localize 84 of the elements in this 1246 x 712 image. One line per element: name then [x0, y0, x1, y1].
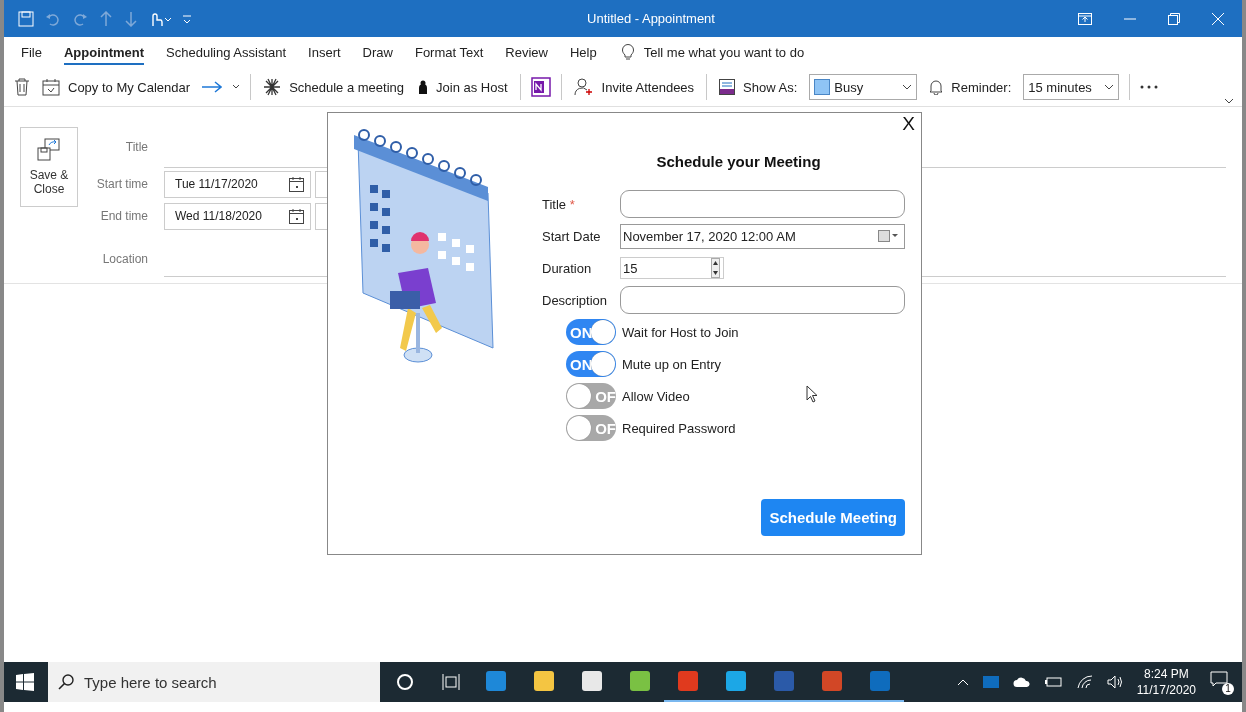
toggle-switch[interactable]: ON: [566, 351, 616, 377]
touch-icon[interactable]: [149, 10, 171, 27]
notebook-icon[interactable]: [530, 77, 551, 97]
busy-color-swatch: [814, 79, 831, 95]
wifi-icon[interactable]: [1076, 675, 1093, 689]
add-person-icon: [573, 78, 594, 96]
battery-icon[interactable]: [1044, 676, 1063, 688]
speaker-icon[interactable]: [1106, 675, 1123, 689]
dialog-heading: Schedule your Meeting: [655, 153, 822, 170]
ribbon-tab[interactable]: Appointment: [52, 39, 156, 66]
ribbon-tab[interactable]: Insert: [297, 39, 352, 66]
bell-icon: [929, 79, 944, 95]
message-icon: [1210, 671, 1228, 687]
schedule-meeting-button[interactable]: Schedule a meeting: [261, 78, 407, 96]
toggle-switch[interactable]: ON: [566, 319, 616, 345]
cortana-circle-icon[interactable]: [396, 673, 414, 691]
dropdown-caret-icon: [902, 84, 913, 90]
title-input-field[interactable]: [620, 190, 905, 218]
asterisk-logo-icon: [263, 78, 282, 96]
taskbar-clock[interactable]: 8:24 PM 11/17/2020: [1136, 666, 1196, 698]
reminder-label: Reminder:: [927, 79, 1014, 95]
mail-app-icon[interactable]: [982, 674, 999, 690]
cloud-icon[interactable]: [1012, 676, 1031, 688]
ribbon-tab[interactable]: Scheduling Assistant: [155, 39, 298, 66]
show-as-label: Show As:: [717, 79, 800, 95]
reminder-dropdown[interactable]: 15 minutes: [1023, 74, 1120, 100]
dropdown-caret-icon: [1104, 84, 1115, 90]
duration-spinner[interactable]: 15: [620, 257, 724, 279]
start-time-label: Start time: [95, 177, 148, 191]
ribbon-tab[interactable]: Review: [494, 39, 559, 66]
more-options-icon[interactable]: [1140, 85, 1159, 89]
search-icon: [58, 674, 74, 690]
join-as-host-button[interactable]: Join as Host: [416, 79, 510, 95]
copy-to-calendar-button[interactable]: Copy to My Calendar: [40, 78, 193, 96]
calendar-icon: [289, 208, 304, 224]
end-time-label: End time: [99, 209, 148, 223]
description-label: Description: [542, 292, 609, 308]
save-close-button[interactable]: Save & Close: [20, 127, 78, 207]
notification-center-button[interactable]: 1: [1210, 669, 1234, 695]
ribbon-tab[interactable]: Format Text: [403, 39, 495, 66]
show-as-dropdown[interactable]: Busy: [809, 74, 918, 100]
ribbon-tab[interactable]: Help: [558, 39, 608, 66]
invite-attendees-button[interactable]: Invite Attendees: [571, 78, 697, 96]
title-label: Title: [124, 140, 148, 154]
duration-label: Duration: [542, 260, 593, 276]
lightbulb-icon: [621, 44, 634, 61]
location-label: Location: [101, 252, 148, 266]
spinner-arrows-icon: [711, 258, 720, 278]
schedule-meeting-button[interactable]: Schedule Meeting: [761, 499, 905, 536]
save-close-icon: [37, 138, 61, 162]
status-color-icon: [719, 79, 736, 95]
toggle-label: Mute up on Entry: [622, 356, 721, 372]
person-icon: [418, 80, 429, 94]
expand-ribbon-icon[interactable]: [1224, 98, 1234, 104]
start-date-field[interactable]: Tue 11/17/2020: [164, 170, 311, 198]
description-input-field[interactable]: [620, 286, 905, 314]
close-icon[interactable]: [1212, 12, 1224, 25]
start-date-label: Start Date: [542, 228, 602, 244]
ribbon-display-icon[interactable]: [1078, 12, 1092, 25]
ribbon-tab[interactable]: File: [10, 39, 53, 66]
trash-icon[interactable]: [14, 78, 30, 96]
toggle-label: Allow Video: [622, 388, 690, 404]
toggle-label: Required Password: [622, 420, 736, 436]
calendar-dropdown-icon: [878, 230, 898, 242]
close-button[interactable]: X: [902, 113, 915, 135]
toggle-label: Wait for Host to Join: [622, 324, 739, 340]
restore-icon[interactable]: [1168, 12, 1180, 25]
title-label: Title *: [542, 196, 576, 212]
tell-me-search[interactable]: Tell me what you want to do: [643, 45, 805, 60]
save-icon[interactable]: [18, 10, 34, 27]
end-date-field[interactable]: Wed 11/18/2020: [164, 202, 311, 230]
windows-start-icon[interactable]: [16, 673, 34, 691]
forward-arrow-icon[interactable]: [202, 81, 223, 93]
task-view-icon[interactable]: [442, 673, 460, 691]
taskbar-search-field[interactable]: Type here to search: [48, 662, 380, 702]
ribbon-tab[interactable]: Draw: [351, 39, 404, 66]
window-title: Untitled - Appointment: [586, 11, 716, 26]
chevron-up-icon[interactable]: [956, 678, 969, 686]
notification-badge: 1: [1222, 683, 1234, 695]
calendar-icon: [42, 78, 60, 96]
calendar-icon: [289, 176, 304, 192]
start-date-picker[interactable]: November 17, 2020 12:00 AM: [620, 223, 905, 249]
mouse-pointer-icon: [806, 385, 818, 403]
dropdown-caret-icon[interactable]: [232, 84, 241, 90]
